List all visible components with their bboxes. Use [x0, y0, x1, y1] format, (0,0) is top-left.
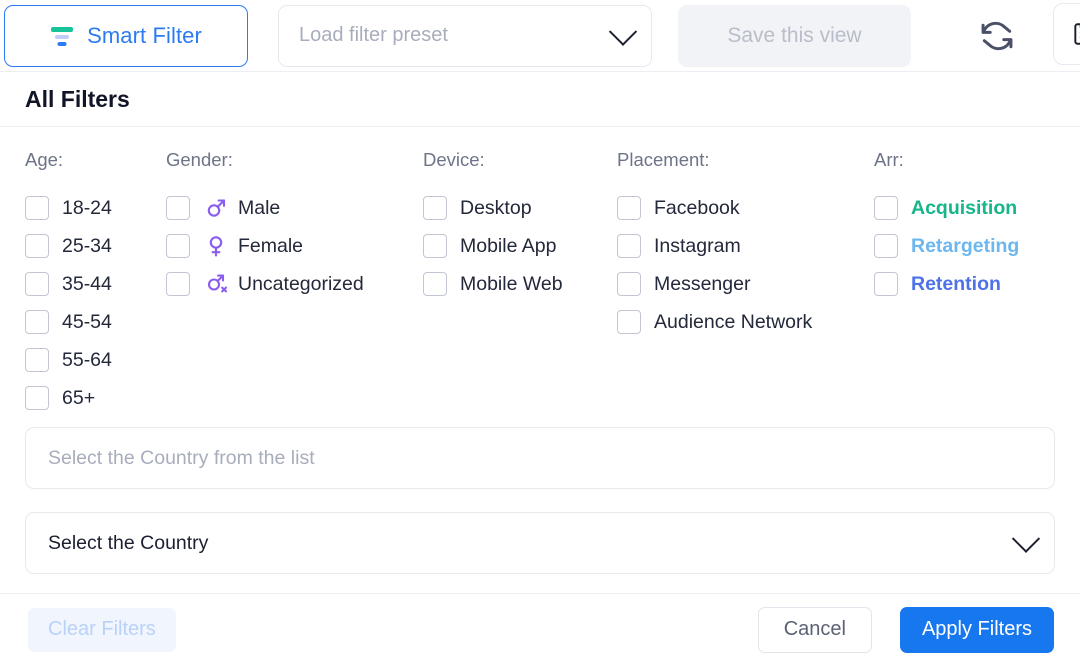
- column-title-device: Device:: [423, 149, 485, 170]
- checkbox-option-gender-male[interactable]: Male: [166, 189, 364, 227]
- checkbox-box[interactable]: [874, 196, 898, 220]
- smart-filter-panel: Smart Filter Load filter preset Save thi…: [0, 0, 1080, 665]
- option-label: Mobile Web: [460, 272, 563, 295]
- checkbox-option-age-18-24[interactable]: 18-24: [25, 189, 112, 227]
- checkbox-box[interactable]: [25, 348, 49, 372]
- option-label: 65+: [62, 386, 96, 409]
- checkbox-option-arr-retargeting[interactable]: Retargeting: [874, 227, 1019, 265]
- checkbox-box[interactable]: [874, 234, 898, 258]
- checkbox-box[interactable]: [617, 234, 641, 258]
- filter-preset-select[interactable]: Load filter preset: [278, 4, 652, 67]
- country-search-input[interactable]: Select the Country from the list: [25, 427, 1055, 489]
- country-select[interactable]: Select the Country: [25, 512, 1055, 574]
- checkbox-box[interactable]: [25, 272, 49, 296]
- uncategorized-gender-icon: [203, 271, 229, 297]
- option-label: 35-44: [62, 272, 112, 295]
- filter-column-device: Device: Desktop Mobile App Mobile Web: [423, 149, 563, 303]
- filter-column-age: Age: 18-24 25-34 35-44 45-54 55-64 65+: [25, 149, 112, 417]
- option-label: Acquisition: [911, 196, 1018, 219]
- option-label: Messenger: [654, 272, 751, 295]
- option-label: 45-54: [62, 310, 112, 333]
- option-label: Retargeting: [911, 234, 1020, 257]
- checkbox-option-arr-retention[interactable]: Retention: [874, 265, 1019, 303]
- smart-filter-button[interactable]: Smart Filter: [4, 4, 248, 67]
- apply-filters-button[interactable]: Apply Filters: [899, 606, 1054, 653]
- filter-column-arr: Arr: Acquisition Retargeting Retention: [874, 149, 1019, 303]
- column-title-gender: Gender:: [166, 149, 233, 170]
- smart-filter-label: Smart Filter: [87, 22, 202, 48]
- checkbox-box[interactable]: [423, 196, 447, 220]
- checkbox-box[interactable]: [423, 272, 447, 296]
- panel-footer: Clear Filters Cancel Apply Filters: [0, 593, 1080, 665]
- checkbox-box[interactable]: [617, 272, 641, 296]
- country-fields: Select the Country from the list Select …: [0, 427, 1080, 574]
- option-label: Audience Network: [654, 310, 813, 333]
- checkbox-option-gender-female[interactable]: Female: [166, 227, 364, 265]
- checkbox-option-placement-facebook[interactable]: Facebook: [617, 189, 812, 227]
- country-select-value: Select the Country: [48, 531, 209, 554]
- option-label: Facebook: [654, 196, 740, 219]
- checkbox-option-placement-audience-network[interactable]: Audience Network: [617, 303, 812, 341]
- female-gender-icon: [203, 234, 229, 258]
- checkbox-option-placement-messenger[interactable]: Messenger: [617, 265, 812, 303]
- cancel-button[interactable]: Cancel: [757, 606, 872, 653]
- option-label: Retention: [911, 272, 1001, 295]
- checkbox-option-placement-instagram[interactable]: Instagram: [617, 227, 812, 265]
- option-label: 25-34: [62, 234, 112, 257]
- top-toolbar: Smart Filter Load filter preset Save thi…: [0, 0, 1080, 72]
- chevron-down-icon: [608, 17, 638, 46]
- checkbox-box[interactable]: [25, 234, 49, 258]
- funnel-icon: [50, 24, 74, 48]
- checkbox-box[interactable]: [25, 310, 49, 334]
- option-label: Uncategorized: [238, 272, 364, 295]
- section-header: All Filters: [0, 72, 1080, 127]
- checkbox-option-age-65-plus[interactable]: 65+: [25, 379, 112, 417]
- male-gender-icon: [203, 196, 229, 220]
- column-title-placement: Placement:: [617, 149, 710, 170]
- option-label: Mobile App: [460, 234, 557, 257]
- checkbox-box[interactable]: [166, 234, 190, 258]
- page-title: All Filters: [25, 85, 130, 112]
- filter-preset-placeholder: Load filter preset: [299, 24, 448, 46]
- checkbox-box[interactable]: [617, 310, 641, 334]
- country-search-placeholder: Select the Country from the list: [48, 446, 315, 469]
- checkbox-option-age-25-34[interactable]: 25-34: [25, 227, 112, 265]
- checkbox-box[interactable]: [617, 196, 641, 220]
- refresh-sync-icon[interactable]: [975, 14, 1019, 58]
- checkbox-option-age-35-44[interactable]: 35-44: [25, 265, 112, 303]
- clipboard-list-icon: [1074, 23, 1080, 45]
- chevron-down-icon: [1011, 524, 1041, 553]
- checkbox-box[interactable]: [874, 272, 898, 296]
- checkbox-option-gender-uncategorized[interactable]: Uncategorized: [166, 265, 364, 303]
- column-title-age: Age:: [25, 149, 64, 170]
- filter-column-gender: Gender: Male Female Uncategorized: [166, 149, 364, 303]
- filter-column-placement: Placement: Facebook Instagram Messenger …: [617, 149, 812, 341]
- option-label: 18-24: [62, 196, 112, 219]
- filter-columns: Age: 18-24 25-34 35-44 45-54 55-64 65+ G…: [0, 127, 1080, 427]
- column-title-arr: Arr:: [874, 149, 904, 170]
- checkbox-box[interactable]: [166, 196, 190, 220]
- option-label: Female: [238, 234, 304, 257]
- checkbox-option-arr-acquisition[interactable]: Acquisition: [874, 189, 1019, 227]
- checkbox-box[interactable]: [423, 234, 447, 258]
- checkbox-option-device-desktop[interactable]: Desktop: [423, 189, 563, 227]
- checkbox-box[interactable]: [25, 196, 49, 220]
- option-label: Desktop: [460, 196, 532, 219]
- checkbox-option-age-55-64[interactable]: 55-64: [25, 341, 112, 379]
- checkbox-box[interactable]: [25, 386, 49, 410]
- checkbox-box[interactable]: [166, 272, 190, 296]
- checkbox-option-age-45-54[interactable]: 45-54: [25, 303, 112, 341]
- option-label: 55-64: [62, 348, 112, 371]
- clipboard-report-button[interactable]: [1053, 3, 1080, 65]
- checkbox-option-device-mobile-app[interactable]: Mobile App: [423, 227, 563, 265]
- option-label: Instagram: [654, 234, 741, 257]
- checkbox-option-device-mobile-web[interactable]: Mobile Web: [423, 265, 563, 303]
- save-view-button[interactable]: Save this view: [678, 4, 911, 67]
- option-label: Male: [238, 196, 281, 219]
- clear-filters-button[interactable]: Clear Filters: [28, 607, 176, 652]
